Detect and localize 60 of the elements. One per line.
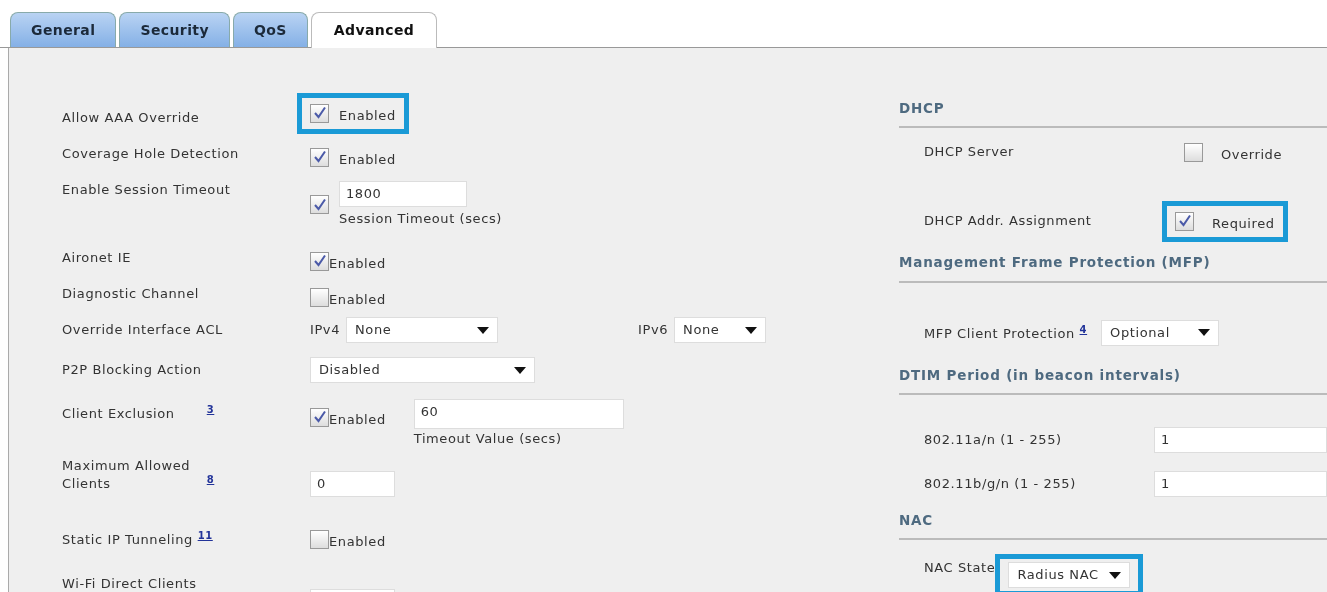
checkbox[interactable] — [310, 195, 329, 214]
field-label: Override Interface ACL — [62, 322, 223, 337]
field-label: Allow AAA Override — [62, 110, 200, 125]
section-heading: Management Frame Protection (MFP) — [899, 254, 1211, 271]
option-label: Required — [1212, 215, 1275, 233]
field-label: IPv6 — [638, 321, 669, 340]
tab[interactable]: Security — [119, 12, 230, 47]
checkbox[interactable] — [310, 287, 329, 307]
field-label: Wi-Fi Direct Clients — [62, 576, 197, 591]
text-field[interactable]: 0 — [310, 471, 395, 497]
dropdown[interactable]: None — [346, 317, 499, 343]
field-label: Coverage Hole Detection — [62, 146, 239, 161]
checkbox[interactable] — [310, 529, 329, 549]
field-label: Maximum Allowed Clients — [62, 457, 192, 493]
option-label: Override — [1221, 146, 1283, 164]
text-field[interactable]: 1 — [1154, 426, 1327, 453]
field-label: IPv4 — [310, 321, 341, 340]
field-label: DHCP Server — [924, 144, 1015, 160]
footnote-link[interactable]: 4 — [1079, 324, 1088, 336]
footnote-link[interactable]: 3 — [206, 404, 215, 415]
field-label: Static IP Tunneling — [62, 532, 193, 548]
checkbox[interactable] — [310, 251, 329, 271]
option-label: Enabled — [329, 533, 386, 551]
tab[interactable]: Advanced — [310, 12, 438, 48]
field-caption: Timeout Value (secs) — [413, 430, 563, 448]
checkbox[interactable] — [1184, 142, 1203, 162]
field-label: MFP Client Protection — [924, 326, 1075, 342]
checkbox[interactable] — [310, 407, 329, 427]
section-heading: DTIM Period (in beacon intervals) — [899, 366, 1181, 383]
checkbox[interactable] — [310, 147, 329, 167]
text-field[interactable]: 1 — [1154, 470, 1327, 497]
dropdown[interactable]: Disabled — [310, 357, 535, 383]
dropdown[interactable]: None — [674, 317, 767, 343]
tab[interactable]: QoS — [233, 12, 308, 47]
dropdown[interactable]: Optional — [1101, 319, 1220, 346]
field-label: P2P Blocking Action — [62, 362, 202, 377]
option-label: Enabled — [329, 291, 386, 309]
option-label: Enabled — [329, 411, 386, 429]
field-label: 802.11a/n (1 - 255) — [924, 431, 1062, 447]
checkbox[interactable] — [1175, 211, 1194, 231]
field-label: Aironet IE — [62, 250, 132, 265]
option-label: Enabled — [329, 255, 386, 273]
footnote-link[interactable]: 8 — [206, 473, 215, 485]
option-label: Enabled — [339, 107, 396, 125]
field-label: Client Exclusion — [62, 405, 176, 424]
footnote-link[interactable]: 11 — [197, 530, 213, 541]
field-label: NAC State — [924, 560, 996, 575]
field-label: Diagnostic Channel — [62, 286, 199, 301]
field-label: 802.11b/g/n (1 - 255) — [924, 475, 1076, 491]
section-heading: NAC — [899, 511, 934, 528]
checkbox[interactable] — [310, 103, 329, 123]
section-heading: DHCP — [899, 100, 945, 116]
field-caption: Session Timeout (secs) — [339, 210, 502, 228]
tab[interactable]: General — [10, 12, 117, 47]
field-label: DHCP Addr. Assignment — [924, 213, 1092, 229]
field-label: Enable Session Timeout — [62, 182, 231, 197]
option-label: Enabled — [339, 151, 396, 169]
text-field[interactable]: 1800 — [339, 181, 467, 207]
text-field[interactable]: 60 — [413, 399, 624, 429]
dropdown[interactable]: Radius NAC — [1008, 562, 1130, 588]
